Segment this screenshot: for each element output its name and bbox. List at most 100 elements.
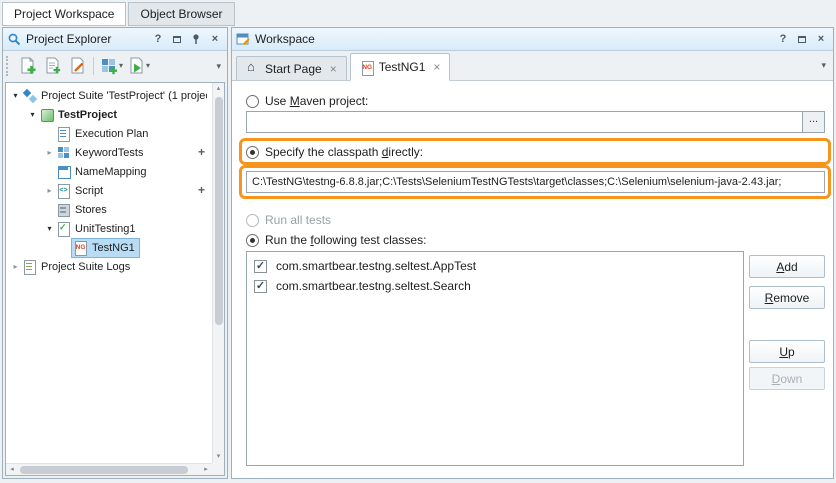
scrollbar-corner bbox=[212, 463, 224, 475]
tree-item-icon bbox=[56, 183, 71, 198]
tree-item-icon bbox=[56, 202, 71, 217]
tree-item-icon bbox=[56, 145, 71, 160]
radio-run-following-classes[interactable]: Run the following test classes: bbox=[246, 232, 426, 248]
tree-item-stores[interactable]: Stores bbox=[6, 200, 211, 219]
radio-icon bbox=[246, 146, 259, 159]
scroll-left-icon[interactable]: ◂ bbox=[6, 464, 18, 476]
close-tab-icon[interactable]: × bbox=[433, 60, 440, 74]
remove-button[interactable]: Remove bbox=[749, 286, 825, 309]
scrollbar-thumb[interactable] bbox=[215, 97, 223, 325]
tree-item-icon bbox=[22, 88, 37, 103]
radio-icon bbox=[246, 214, 259, 227]
close-icon[interactable]: × bbox=[813, 31, 829, 47]
testng-editor: Use Maven project: ... Specify the class… bbox=[232, 81, 833, 478]
tree-item-icon bbox=[39, 107, 54, 122]
tree-item-project-suite-logs[interactable]: ▸ Project Suite Logs bbox=[6, 257, 211, 276]
scroll-down-icon[interactable]: ▾ bbox=[213, 451, 225, 463]
workspace-icon bbox=[236, 32, 250, 46]
tree-item-namemapping[interactable]: NameMapping bbox=[6, 162, 211, 181]
tree-horizontal-scrollbar: ◂ ▸ bbox=[6, 463, 212, 475]
project-explorer-header: Project Explorer ? × bbox=[3, 28, 227, 51]
pin-icon[interactable] bbox=[188, 31, 204, 47]
workspace-panel: Workspace ? × Start Page × TestNG1 × ▾ U… bbox=[231, 27, 834, 479]
workspace-header: Workspace ? × bbox=[232, 28, 833, 51]
add-child-icon[interactable]: + bbox=[195, 183, 208, 198]
chevron-down-icon: ▾ bbox=[119, 62, 123, 70]
panel-title: Workspace bbox=[255, 32, 772, 46]
radio-icon bbox=[246, 95, 259, 108]
tab-list-chevron-icon[interactable]: ▾ bbox=[818, 60, 829, 71]
up-button[interactable]: Up bbox=[749, 340, 825, 363]
tree-item-execution-plan[interactable]: Execution Plan bbox=[6, 124, 211, 143]
tree-item-icon bbox=[56, 221, 71, 236]
project-tree: ▾ Project Suite 'TestProject' (1 project… bbox=[6, 86, 211, 462]
testcomplete-window: Project Workspace Object Browser Project… bbox=[0, 0, 836, 483]
panel-title: Project Explorer bbox=[26, 32, 147, 46]
tree-item-testproject[interactable]: ▾ TestProject bbox=[6, 105, 211, 124]
checkbox[interactable]: ✓ bbox=[254, 260, 267, 273]
radio-use-maven-project[interactable]: Use Maven project: bbox=[246, 93, 368, 109]
help-icon[interactable]: ? bbox=[150, 31, 166, 47]
maven-project-value bbox=[247, 112, 802, 132]
tree-item-script[interactable]: ▸ Script + bbox=[6, 181, 211, 200]
run-test-icon[interactable]: ▾ bbox=[126, 54, 152, 79]
radio-run-all-tests[interactable]: Run all tests bbox=[246, 212, 331, 228]
tab-testng1[interactable]: TestNG1 × bbox=[350, 53, 451, 81]
add-new-item-icon[interactable] bbox=[15, 54, 39, 79]
document-tab-icon bbox=[246, 61, 260, 76]
add-existing-item-icon[interactable] bbox=[40, 54, 64, 79]
browse-button[interactable]: ... bbox=[802, 112, 824, 132]
main-area: Project Explorer ? × bbox=[0, 26, 836, 481]
test-class-row[interactable]: ✓ com.smartbear.testng.seltest.AppTest bbox=[247, 256, 743, 276]
edit-item-icon[interactable] bbox=[65, 54, 89, 79]
close-tab-icon[interactable]: × bbox=[330, 62, 337, 76]
toolbar-grip[interactable] bbox=[6, 56, 12, 76]
project-explorer-toolbar: ▾ ▾ ▾ bbox=[3, 51, 227, 81]
expander-icon[interactable]: ▸ bbox=[10, 262, 21, 271]
toolbar-overflow-icon[interactable]: ▾ bbox=[213, 61, 224, 72]
classpath-input[interactable]: C:\TestNG\testng-6.8.8.jar;C:\Tests\Sele… bbox=[246, 171, 825, 193]
maven-project-field[interactable]: ... bbox=[246, 111, 825, 133]
expander-icon[interactable]: ▸ bbox=[44, 186, 55, 195]
expander-icon[interactable]: ▾ bbox=[10, 91, 21, 100]
down-button[interactable]: Down bbox=[749, 367, 825, 390]
tree-item-icon bbox=[56, 126, 71, 141]
close-icon[interactable]: × bbox=[207, 31, 223, 47]
checkbox[interactable]: ✓ bbox=[254, 280, 267, 293]
expander-icon[interactable]: ▸ bbox=[44, 148, 55, 157]
add-button[interactable]: Add bbox=[749, 255, 825, 278]
tree-item-icon bbox=[56, 164, 71, 179]
tree-item-keywordtests[interactable]: ▸ KeywordTests + bbox=[6, 143, 211, 162]
document-tab-icon bbox=[360, 60, 374, 75]
toolbar-separator bbox=[93, 57, 94, 75]
add-project-icon[interactable]: ▾ bbox=[98, 54, 125, 79]
scroll-up-icon[interactable]: ▴ bbox=[213, 83, 225, 95]
help-icon[interactable]: ? bbox=[775, 31, 791, 47]
tree-item-testng1[interactable]: TestNG1 bbox=[6, 238, 211, 257]
scrollbar-thumb[interactable] bbox=[20, 466, 188, 474]
test-classes-list: ✓ com.smartbear.testng.seltest.AppTest ✓… bbox=[246, 251, 744, 466]
tab-project-workspace[interactable]: Project Workspace bbox=[2, 2, 126, 26]
radio-icon bbox=[246, 234, 259, 247]
tree-vertical-scrollbar: ▴ ▾ bbox=[212, 83, 224, 463]
add-child-icon[interactable]: + bbox=[195, 145, 208, 160]
tree-item-icon bbox=[73, 240, 88, 255]
test-class-row[interactable]: ✓ com.smartbear.testng.seltest.Search bbox=[247, 276, 743, 296]
tab-start-page[interactable]: Start Page × bbox=[236, 56, 347, 81]
main-tabbar: Project Workspace Object Browser bbox=[0, 0, 836, 26]
float-window-icon[interactable] bbox=[794, 31, 810, 47]
project-explorer-panel: Project Explorer ? × bbox=[2, 27, 228, 479]
expander-icon[interactable]: ▾ bbox=[27, 110, 38, 119]
tree-item-project-suite-testproject-1-project[interactable]: ▾ Project Suite 'TestProject' (1 project… bbox=[6, 86, 211, 105]
document-tabbar: Start Page × TestNG1 × ▾ bbox=[232, 51, 833, 81]
list-buttons: Add Remove Up Down bbox=[749, 81, 828, 478]
chevron-down-icon: ▾ bbox=[146, 62, 150, 70]
tree-item-icon bbox=[22, 259, 37, 274]
tab-object-browser[interactable]: Object Browser bbox=[128, 2, 234, 26]
expander-icon[interactable]: ▾ bbox=[44, 224, 55, 233]
float-window-icon[interactable] bbox=[169, 31, 185, 47]
project-explorer-icon bbox=[7, 32, 21, 46]
tree-item-unittesting1[interactable]: ▾ UnitTesting1 bbox=[6, 219, 211, 238]
radio-specify-classpath[interactable]: Specify the classpath directly: bbox=[246, 144, 423, 160]
scroll-right-icon[interactable]: ▸ bbox=[200, 464, 212, 476]
